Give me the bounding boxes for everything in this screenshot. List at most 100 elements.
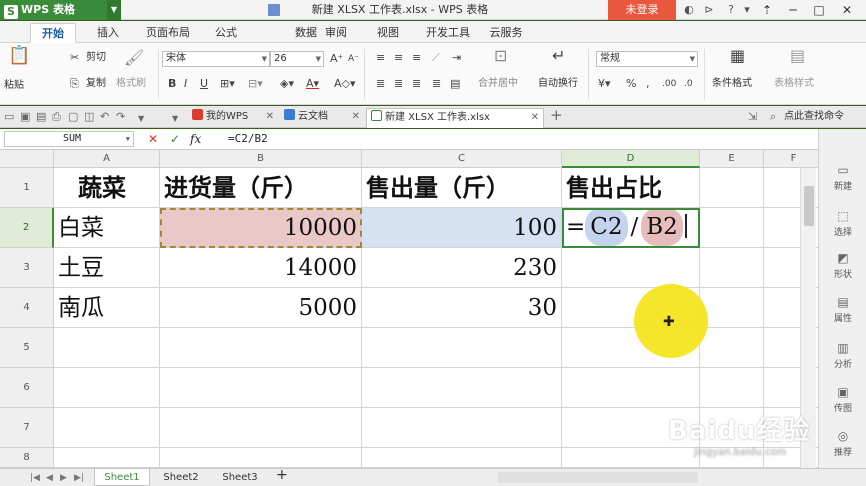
skin-icon[interactable]: ◐ <box>682 0 696 20</box>
cell-b6[interactable] <box>160 368 362 408</box>
side-upload-image[interactable]: ▣ 传图 <box>819 385 866 414</box>
cell-a7[interactable] <box>54 408 160 448</box>
close-button[interactable]: ✕ <box>834 0 860 20</box>
row-header-3[interactable]: 3 <box>0 248 54 288</box>
minimize-button[interactable]: ─ <box>780 0 806 20</box>
pin-icon[interactable]: ⇲ <box>748 110 757 124</box>
confirm-icon[interactable]: ✓ <box>170 131 180 147</box>
sheet-tab-3[interactable]: Sheet3 <box>212 469 268 486</box>
search-icon[interactable]: ⌕ <box>770 110 776 124</box>
font-color-icon[interactable]: A▾ <box>306 77 319 91</box>
preview-icon[interactable]: ◫ <box>84 110 94 124</box>
cell-c2[interactable]: 100 <box>362 208 562 248</box>
percent-icon[interactable]: % <box>626 77 636 91</box>
cell-a3[interactable]: 土豆 <box>54 248 160 288</box>
last-sheet-icon[interactable]: ▶| <box>74 471 84 485</box>
decrease-decimal-icon[interactable]: .0 <box>684 77 693 91</box>
sheet-tab-2[interactable]: Sheet2 <box>154 469 208 486</box>
tab-current-file[interactable]: 新建 XLSX 工作表.xlsx ✕ <box>366 108 544 128</box>
comma-icon[interactable]: , <box>646 77 650 91</box>
tab-cloud-docs[interactable]: 云文档 ✕ <box>280 108 364 128</box>
cell-b1[interactable]: 进货量（斤） <box>160 168 362 208</box>
paste-button[interactable]: 粘贴 <box>4 79 24 93</box>
tab-cloud-service[interactable]: 云服务 <box>484 23 528 43</box>
side-shape[interactable]: ◩ 形状 <box>819 251 866 280</box>
side-analysis[interactable]: ▥ 分析 <box>819 341 866 370</box>
save-icon[interactable]: ▣ <box>20 110 30 124</box>
bold-icon[interactable]: B <box>168 77 176 91</box>
borders-icon[interactable]: ⊞▾ <box>220 77 235 91</box>
cell-a8[interactable] <box>54 448 160 468</box>
column-header-e[interactable]: E <box>700 150 764 168</box>
tab-page-layout[interactable]: 页面布局 <box>140 23 196 43</box>
cell-c7[interactable] <box>362 408 562 448</box>
undo-icon[interactable]: ↶ <box>100 110 109 124</box>
cell-e2[interactable] <box>700 208 764 248</box>
cell-e3[interactable] <box>700 248 764 288</box>
column-header-b[interactable]: B <box>160 150 362 168</box>
cell-c8[interactable] <box>362 448 562 468</box>
help-icon[interactable]: ? <box>722 0 740 20</box>
orientation-icon[interactable]: ⟋ <box>432 51 440 65</box>
first-sheet-icon[interactable]: |◀ <box>30 471 40 485</box>
row-header-4[interactable]: 4 <box>0 288 54 328</box>
cell-c3[interactable]: 230 <box>362 248 562 288</box>
cell-d6[interactable] <box>562 368 700 408</box>
prev-sheet-icon[interactable]: ◀ <box>46 471 53 485</box>
row-header-6[interactable]: 6 <box>0 368 54 408</box>
column-header-d[interactable]: D <box>562 150 700 168</box>
restore-ribbon-icon[interactable]: ⇡ <box>754 0 780 20</box>
login-button[interactable]: 未登录 <box>608 0 676 20</box>
cell-e6[interactable] <box>700 368 764 408</box>
command-search[interactable]: 点此查找命令 <box>784 110 844 124</box>
print-icon[interactable]: ⎙ <box>52 110 61 124</box>
cell-e1[interactable] <box>700 168 764 208</box>
column-header-c[interactable]: C <box>362 150 562 168</box>
cell-d1[interactable]: 售出占比 <box>562 168 700 208</box>
folder-icon[interactable]: ▭ <box>4 110 14 124</box>
align-left-icon[interactable]: ≣ <box>376 77 385 91</box>
tab-view[interactable]: 视图 <box>366 23 410 43</box>
cell-b2[interactable]: 10000 <box>160 208 362 248</box>
cell-b8[interactable] <box>160 448 362 468</box>
cell-a6[interactable] <box>54 368 160 408</box>
side-select[interactable]: ⬚ 选择 <box>819 209 866 238</box>
close-icon[interactable]: ✕ <box>352 108 360 126</box>
name-box[interactable]: SUM ▼ <box>4 131 134 147</box>
font-size-select[interactable]: 26 ▼ <box>270 51 324 67</box>
cell-c6[interactable] <box>362 368 562 408</box>
new-tab-icon[interactable]: + <box>550 108 563 123</box>
formula-input[interactable]: =C2/B2 <box>228 131 268 147</box>
cancel-icon[interactable]: ✕ <box>148 131 158 147</box>
cell-c5[interactable] <box>362 328 562 368</box>
currency-icon[interactable]: ¥▾ <box>598 77 611 91</box>
tab-home[interactable]: 开始 <box>30 23 76 43</box>
align-top-icon[interactable]: ≡ <box>376 51 385 65</box>
chevron-down-icon[interactable]: ▼ <box>172 112 178 126</box>
table-style-button[interactable]: 表格样式 <box>774 77 814 91</box>
export-pdf-icon[interactable]: ▢ <box>68 110 78 124</box>
row-header-5[interactable]: 5 <box>0 328 54 368</box>
increase-decimal-icon[interactable]: .00 <box>662 77 676 91</box>
cell-c1[interactable]: 售出量（斤） <box>362 168 562 208</box>
underline-icon[interactable]: U <box>200 77 208 91</box>
next-sheet-icon[interactable]: ▶ <box>60 471 67 485</box>
format-painter-button[interactable]: 格式刷 <box>116 77 146 91</box>
app-menu-button[interactable]: S WPS 表格 ▼ <box>0 0 121 20</box>
side-new[interactable]: ▭ 新建 <box>819 163 866 192</box>
distribute-icon[interactable]: ▤ <box>450 77 460 91</box>
fill-color-icon[interactable]: ◈▾ <box>280 77 294 91</box>
row-header-1[interactable]: 1 <box>0 168 54 208</box>
italic-icon[interactable]: I <box>184 77 187 91</box>
align-middle-icon[interactable]: ≡ <box>394 51 403 65</box>
cell-d2-editing[interactable]: = C2/B2 <box>562 208 700 248</box>
conditional-format-button[interactable]: 条件格式 <box>712 77 752 91</box>
cell-a2[interactable]: 白菜 <box>54 208 160 248</box>
column-header-f[interactable]: F <box>764 150 818 168</box>
align-right-icon[interactable]: ≣ <box>412 77 421 91</box>
wrap-text-button[interactable]: 自动换行 <box>538 77 578 91</box>
share-icon[interactable]: ⊳ <box>700 0 718 20</box>
close-icon[interactable]: ✕ <box>266 108 274 126</box>
decrease-font-icon[interactable]: A⁻ <box>348 52 359 66</box>
side-recommend[interactable]: ◎ 推荐 <box>819 429 866 458</box>
